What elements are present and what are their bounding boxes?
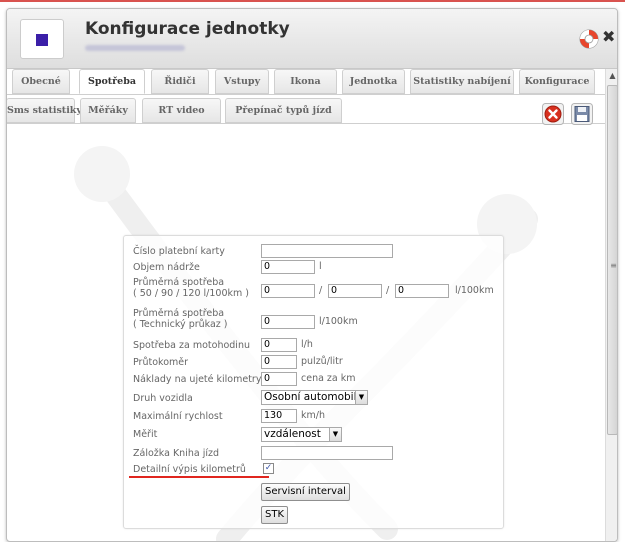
avg-consumption-sep-1: / <box>319 285 323 296</box>
tab-ridici[interactable]: Řidiči <box>151 69 209 94</box>
vehicle-type-select[interactable]: Osobní automobil ▼ <box>261 390 368 405</box>
card-number-label: Číslo platební karty <box>133 246 225 257</box>
avg-consumption-sep-2: / <box>386 285 390 296</box>
km-costs-unit: cena za km <box>301 373 356 384</box>
vehicle-type-label: Druh vozidla <box>133 393 193 404</box>
vehicle-type-value: Osobní automobil <box>264 391 357 403</box>
avg-consumption-90-input[interactable]: 0 <box>328 284 382 298</box>
tab-spotreba[interactable]: Spotřeba <box>79 69 145 94</box>
chevron-down-icon: ▼ <box>329 428 341 441</box>
km-costs-input[interactable]: 0 <box>261 372 297 386</box>
tab-divider-1 <box>7 94 607 95</box>
scroll-grip-icon: ≡ <box>610 261 617 270</box>
avg-consumption-tp-label-2: ( Technický průkaz ) <box>133 319 228 330</box>
dialog-title: Konfigurace jednotky <box>85 19 290 39</box>
avg-consumption-120-input[interactable]: 0 <box>395 284 449 298</box>
scroll-thumb[interactable]: ≡ <box>607 85 617 435</box>
engine-hour-consumption-label: Spotřeba za motohodinu <box>133 340 250 351</box>
tab-divider-2 <box>7 123 607 124</box>
scroll-up-arrow-icon[interactable]: ▲ <box>606 71 617 80</box>
resize-grip-icon[interactable]: ⟋ <box>613 537 617 541</box>
tab-ikona[interactable]: Ikona <box>274 69 337 94</box>
floppy-save-icon[interactable] <box>571 103 593 125</box>
red-cancel-icon[interactable] <box>542 103 564 125</box>
tank-volume-unit: l <box>319 261 322 272</box>
engine-hour-consumption-unit: l/h <box>301 339 313 350</box>
help-lifebuoy-icon[interactable] <box>579 29 599 49</box>
highlight-underline <box>129 476 269 478</box>
chevron-down-icon: ▼ <box>355 391 367 404</box>
max-speed-input[interactable]: 130 <box>261 409 297 423</box>
measure-label: Měřit <box>133 429 158 440</box>
tab-rt-video[interactable]: RT video <box>142 98 221 123</box>
tab-vstupy[interactable]: Vstupy <box>215 69 269 94</box>
flowmeter-input[interactable]: 0 <box>261 355 297 369</box>
measure-value: vzdálenost <box>264 428 321 440</box>
tab-jednotka[interactable]: Jednotka <box>342 69 405 94</box>
avg-consumption-label-1: Průměrná spotřeba <box>133 277 225 288</box>
unit-config-dialog: Konfigurace jednotky ✖ Obecné Spotřeba Ř… <box>6 8 618 542</box>
avg-consumption-tp-label-1: Průměrná spotřeba <box>133 308 225 319</box>
top-accent-line <box>0 0 625 2</box>
tab-konfigurace[interactable]: Konfigurace <box>519 69 595 94</box>
avg-consumption-unit: l/100km <box>455 285 494 296</box>
logbook-tab-input[interactable] <box>261 446 393 460</box>
service-interval-button[interactable]: Servisní interval <box>261 483 350 501</box>
tab-prepinac-typu-jizd[interactable]: Přepínač typů jízd <box>225 98 342 123</box>
tab-obecne[interactable]: Obecné <box>12 69 70 94</box>
card-number-input[interactable] <box>261 244 393 258</box>
detailed-km-checkbox[interactable]: ✓ <box>263 463 274 474</box>
max-speed-label: Maximální rychlost <box>133 411 223 422</box>
tank-volume-input[interactable]: 0 <box>261 260 315 274</box>
avg-consumption-tp-unit: l/100km <box>319 316 358 327</box>
engine-hour-consumption-input[interactable]: 0 <box>261 338 297 352</box>
close-icon[interactable]: ✖ <box>602 27 615 47</box>
unit-subtitle-redacted <box>85 45 185 51</box>
tank-volume-label: Objem nádrže <box>133 262 200 273</box>
logbook-tab-label: Záložka Kniha jízd <box>133 448 219 459</box>
avg-consumption-50-input[interactable]: 0 <box>261 284 315 298</box>
tab-meraky[interactable]: Měřáky <box>80 98 136 123</box>
consumption-form-panel: Číslo platební karty Objem nádrže 0 l Pr… <box>123 235 504 529</box>
avg-consumption-tp-input[interactable]: 0 <box>261 315 315 329</box>
tab-sms-statistiky[interactable]: Sms statistiky <box>7 98 82 123</box>
avg-consumption-label-2: ( 50 / 90 / 120 l/100km ) <box>133 288 249 299</box>
flowmeter-unit: pulzů/litr <box>301 356 343 367</box>
measure-select[interactable]: vzdálenost ▼ <box>261 427 342 442</box>
flowmeter-label: Průtokoměr <box>133 357 189 368</box>
detailed-km-label: Detailní výpis kilometrů <box>133 464 246 475</box>
max-speed-unit: km/h <box>301 410 325 421</box>
unit-color-icon <box>20 19 64 59</box>
dialog-header: Konfigurace jednotky ✖ <box>7 9 617 69</box>
stk-button[interactable]: STK <box>261 506 289 524</box>
tab-statistiky-nabijeni[interactable]: Statistiky nabíjení <box>410 69 514 94</box>
km-costs-label: Náklady na ujeté kilometry <box>133 374 262 385</box>
